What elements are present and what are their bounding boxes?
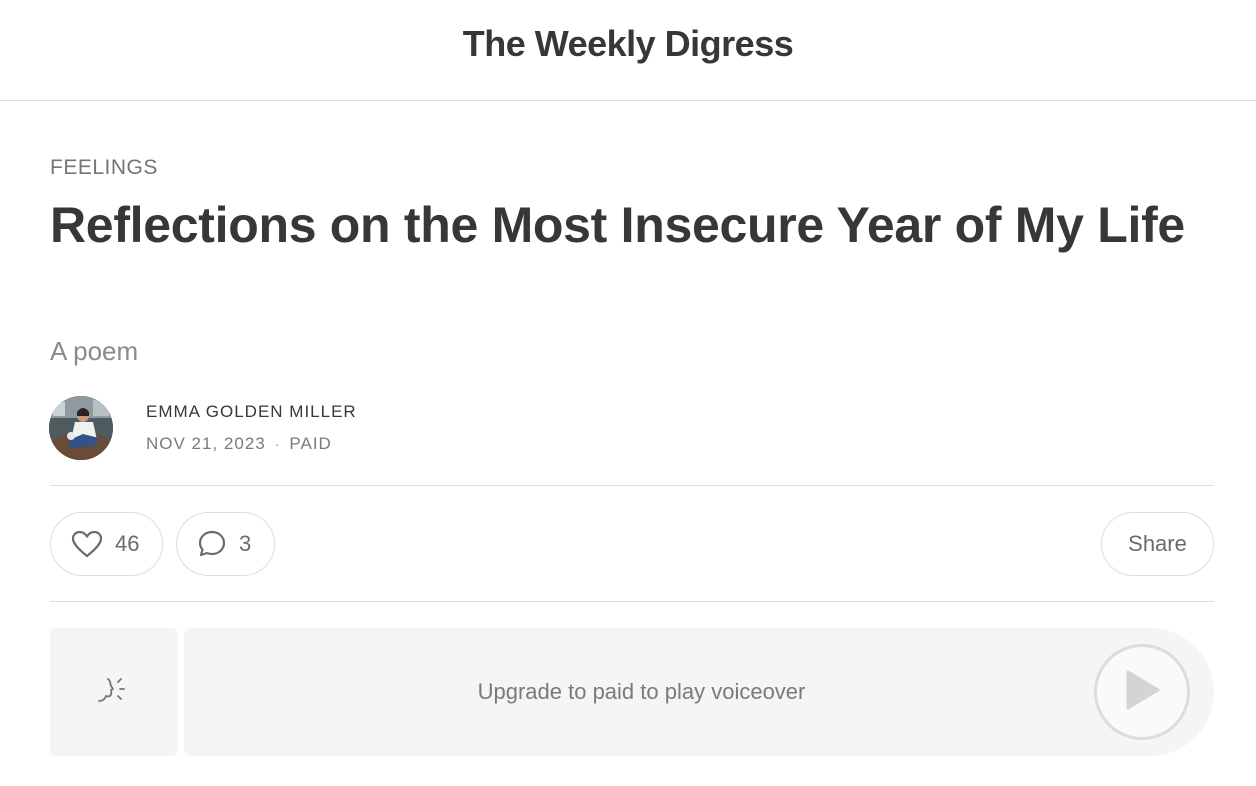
publication-header: The Weekly Digress	[0, 0, 1256, 101]
heart-icon	[71, 530, 103, 558]
post-subtitle: A poem	[50, 336, 139, 366]
meta-separator: ·	[274, 436, 281, 452]
publication-name[interactable]: The Weekly Digress	[463, 23, 794, 65]
post-meta: NOV 21, 2023 · PAID	[146, 434, 332, 454]
section-label[interactable]: FEELINGS	[50, 156, 158, 180]
play-icon	[1122, 668, 1162, 717]
divider-bottom	[50, 601, 1214, 602]
upgrade-message[interactable]: Upgrade to paid to play voiceover	[184, 628, 1099, 756]
comment-count: 3	[239, 531, 252, 556]
voiceover-icon-panel	[50, 628, 178, 756]
author-avatar[interactable]	[49, 396, 113, 460]
access-badge: PAID	[289, 434, 332, 453]
share-button[interactable]: Share	[1101, 512, 1214, 576]
voiceover-player: Upgrade to paid to play voiceover	[184, 628, 1214, 756]
author-name[interactable]: EMMA GOLDEN MILLER	[146, 402, 357, 422]
speaking-head-icon	[96, 675, 132, 710]
like-button[interactable]: 46	[50, 512, 163, 576]
play-button[interactable]	[1094, 644, 1190, 740]
comment-button[interactable]: 3	[176, 512, 275, 576]
share-label: Share	[1128, 531, 1187, 556]
divider-top	[50, 485, 1214, 486]
like-count: 46	[115, 531, 140, 556]
post-title: Reflections on the Most Insecure Year of…	[50, 197, 1185, 253]
comment-bubble-icon	[197, 529, 227, 559]
post-date: NOV 21, 2023	[146, 434, 266, 453]
